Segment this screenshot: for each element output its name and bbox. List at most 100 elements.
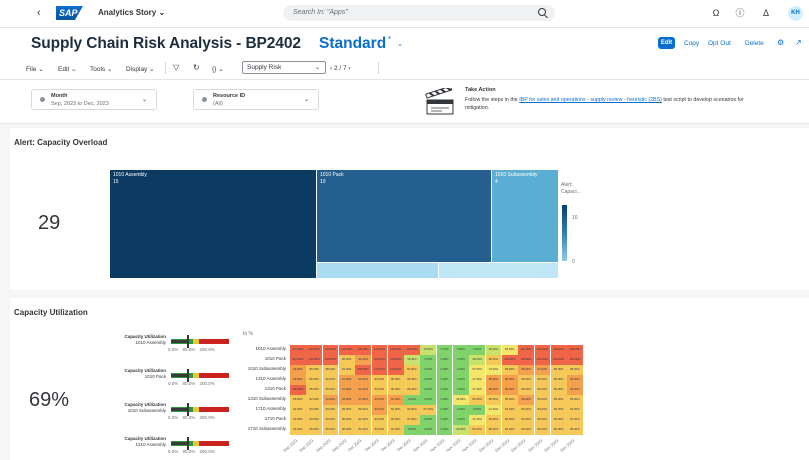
heatmap-cell[interactable]: 30.00% — [453, 425, 469, 435]
script-link[interactable]: IBP for sales and operations - supply re… — [519, 97, 662, 103]
bullet-chart[interactable]: Capacity Utilization 1010 Pack 0.0% 80.0% … — [114, 368, 230, 388]
heatmap-cell[interactable]: 125.00% — [371, 345, 388, 355]
heatmap-cell[interactable]: 87.00% — [404, 415, 420, 425]
filter-month[interactable]: Month Sep, 2023 to Dec, 2023 ⌄ — [31, 89, 157, 110]
heatmap-cell[interactable]: 13.00% — [420, 345, 437, 355]
heatmap-cell[interactable]: 84.00% — [534, 405, 551, 415]
menu-tools[interactable]: Tools ⌄ — [90, 65, 112, 73]
heatmap-cell[interactable]: 100.00% — [290, 385, 306, 395]
treemap-tile[interactable] — [439, 263, 558, 278]
heatmap-cell[interactable]: 89.00% — [534, 385, 551, 395]
heatmap-cell[interactable]: 83.00% — [290, 415, 306, 425]
heatmap-cell[interactable]: 127.00% — [290, 345, 306, 355]
heatmap-cell[interactable]: 84.00% — [322, 415, 339, 425]
heatmap-cell[interactable]: 0.00% — [436, 375, 453, 385]
heatmap-cell[interactable]: 89.00% — [518, 375, 534, 385]
heatmap-cell[interactable]: 82.00% — [371, 425, 388, 435]
heatmap-cell[interactable]: 100.00% — [355, 345, 371, 355]
heatmap-cell[interactable]: 2.70% — [436, 345, 453, 355]
heatmap-cell[interactable]: 84.00% — [306, 405, 323, 415]
heatmap-cell[interactable]: 84.00% — [306, 415, 323, 425]
heatmap-cell[interactable]: 89.00% — [306, 365, 323, 375]
heatmap-cell[interactable]: 86.00% — [485, 355, 502, 365]
heatmap-cell[interactable]: 82.00% — [371, 415, 388, 425]
heatmap-cell[interactable]: 86.00% — [404, 375, 420, 385]
heatmap-cell[interactable]: 86.00% — [567, 395, 583, 405]
heatmap-cell[interactable]: 0.00% — [404, 425, 420, 435]
bullet-chart[interactable]: Capacity Utilization 1310 Assembly 0.0% 80… — [114, 436, 230, 456]
heatmap-cell[interactable]: 86.00% — [501, 395, 518, 405]
heatmap-cell[interactable]: 3.70% — [420, 355, 437, 365]
heatmap-cell[interactable]: 85.00% — [550, 395, 567, 405]
heatmap-cell[interactable]: 104.00% — [404, 345, 420, 355]
menu-edit[interactable]: Edit ⌄ — [58, 65, 76, 73]
heatmap-cell[interactable]: 81.00% — [355, 425, 371, 435]
heatmap-cell[interactable]: 0.00% — [436, 405, 453, 415]
heatmap-cell[interactable]: 85.00% — [550, 365, 567, 375]
bullet-chart[interactable]: Capacity Utilization 1010 Subassembly 0.0%… — [114, 402, 230, 422]
heatmap-cell[interactable]: 97.00% — [355, 395, 371, 405]
heatmap-cell[interactable]: 0.00% — [453, 405, 469, 415]
heatmap-cell[interactable]: 85.00% — [322, 385, 339, 395]
heatmap-cell[interactable]: 85.00% — [387, 375, 404, 385]
edit-button[interactable]: Edit — [658, 37, 675, 49]
heatmap-cell[interactable]: 0.00% — [420, 395, 437, 405]
treemap-tile[interactable] — [317, 263, 438, 278]
heatmap-cell[interactable]: 89.00% — [518, 385, 534, 395]
heatmap-cell[interactable]: 82.00% — [567, 415, 583, 425]
heatmap-cell[interactable]: 0.00% — [436, 425, 453, 435]
heatmap-cell[interactable]: 84.00% — [322, 405, 339, 415]
heatmap-cell[interactable]: 104.00% — [387, 355, 404, 365]
heatmap-cell[interactable]: 95.00% — [485, 375, 502, 385]
heatmap-cell[interactable]: 0.00% — [420, 385, 437, 395]
heatmap-cell[interactable]: 91.00% — [534, 365, 551, 375]
heatmap-cell[interactable]: 0.00% — [436, 365, 453, 375]
heatmap-cell[interactable]: 104.00% — [306, 355, 323, 365]
page-pager[interactable]: ‹ 2 / 7 › — [330, 65, 351, 72]
heatmap-cell[interactable]: 0.00% — [453, 375, 469, 385]
filter-resource-id[interactable]: Resource ID (All) ⌄ — [193, 89, 319, 110]
avatar[interactable]: KH — [788, 6, 803, 21]
settings-icon[interactable]: ⚙ — [777, 38, 784, 47]
heatmap-cell[interactable]: 0.00% — [420, 415, 437, 425]
heatmap-cell[interactable]: 84.00% — [501, 405, 518, 415]
heatmap-cell[interactable]: 108.00% — [387, 345, 404, 355]
heatmap-cell[interactable]: 82.00% — [387, 405, 404, 415]
heatmap-cell[interactable]: 13.00% — [404, 355, 420, 365]
heatmap-cell[interactable]: 0.00% — [469, 345, 486, 355]
heatmap-cell[interactable]: 82.00% — [387, 415, 404, 425]
heatmap-cell[interactable]: 81.00% — [387, 425, 404, 435]
open-external-icon[interactable]: ↗ — [795, 38, 802, 47]
heatmap-cell[interactable]: 104.00% — [567, 355, 583, 365]
heatmap-cell[interactable]: 85.00% — [306, 375, 323, 385]
heatmap-cell[interactable]: 127.00% — [290, 355, 306, 365]
heatmap-cell[interactable]: 95.00% — [371, 405, 388, 415]
heatmap-cell[interactable]: 80.00% — [469, 425, 486, 435]
heatmap-cell[interactable]: 86.00% — [485, 395, 502, 405]
heatmap-cell[interactable]: 108.00% — [567, 345, 583, 355]
heatmap-cell[interactable]: 47.00% — [469, 375, 486, 385]
heatmap-cell[interactable]: 82.00% — [567, 405, 583, 415]
heatmap-cell[interactable]: 91.00% — [338, 375, 355, 385]
heatmap-cell[interactable]: 82.00% — [355, 405, 371, 415]
heatmap-cell[interactable]: 91.00% — [322, 395, 339, 405]
heatmap-cell[interactable]: 65.00% — [501, 345, 518, 355]
heatmap-cell[interactable]: 86.00% — [371, 385, 388, 395]
heatmap-cell[interactable]: 80.00% — [534, 425, 551, 435]
heatmap-cell[interactable]: 108.00% — [338, 345, 355, 355]
heatmap-cell[interactable]: 91.00% — [387, 395, 404, 405]
heatmap-cell[interactable]: 80.00% — [338, 415, 355, 425]
heatmap-cell[interactable]: 86.00% — [387, 385, 404, 395]
heatmap-cell[interactable]: 108.00% — [322, 345, 339, 355]
heatmap-cell[interactable]: 95.00% — [518, 365, 534, 375]
heatmap-cell[interactable]: 85.00% — [567, 425, 583, 435]
heatmap-cell[interactable]: 47.00% — [469, 385, 486, 395]
heatmap-cell[interactable]: 104.00% — [387, 365, 404, 375]
heatmap-cell[interactable]: 44.00% — [453, 395, 469, 405]
heatmap-cell[interactable]: 81.00% — [404, 365, 420, 375]
heatmap-cell[interactable]: 94.00% — [567, 385, 583, 395]
heatmap-cell[interactable]: 83.00% — [469, 395, 486, 405]
treemap-tile[interactable]: 1010 Pack 10 — [317, 170, 491, 262]
heatmap-cell[interactable]: 95.00% — [501, 385, 518, 395]
heatmap-cell[interactable]: 86.00% — [567, 365, 583, 375]
